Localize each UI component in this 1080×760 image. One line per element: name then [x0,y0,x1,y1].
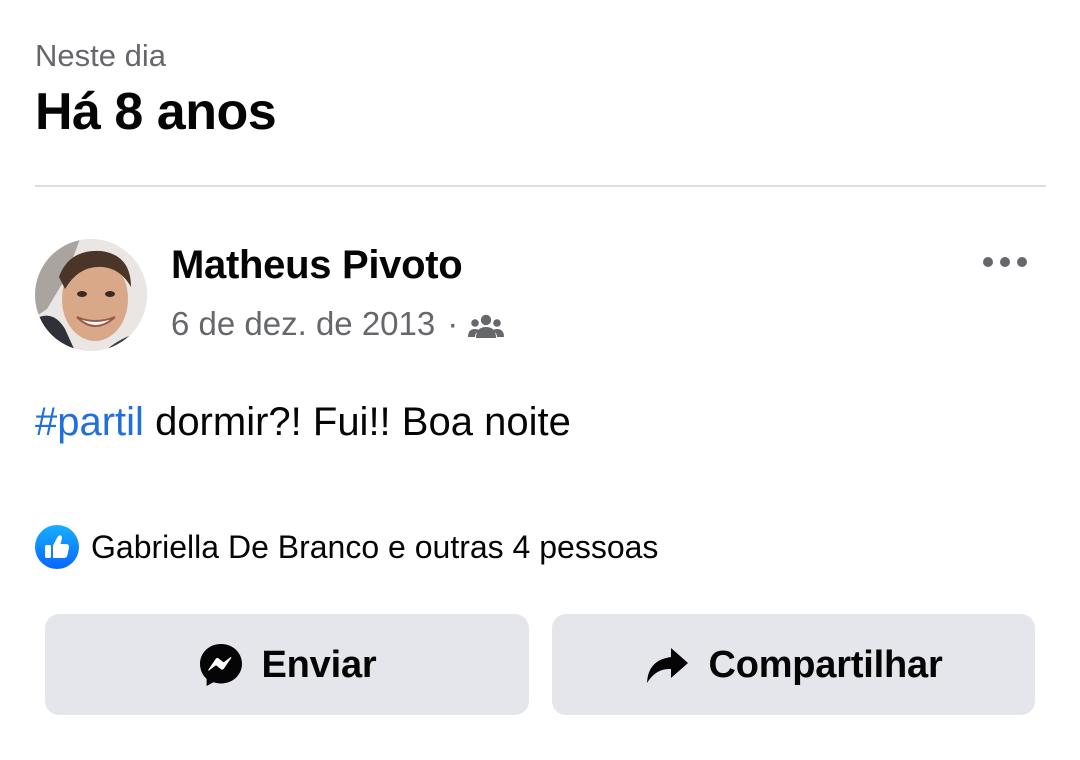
messenger-icon [199,643,242,686]
post-meta: 6 de dez. de 2013 · [171,302,505,346]
share-label: Compartilhar [708,643,943,686]
divider [35,185,1046,187]
share-button[interactable]: Compartilhar [552,614,1035,715]
post-text: #partil dormir?! Fui!! Boa noite [35,395,571,449]
memory-title: Há 8 anos [35,83,277,141]
reactions-summary[interactable]: Gabriella De Branco e outras 4 pessoas [35,525,658,569]
friends-icon[interactable] [468,309,505,339]
author-name[interactable]: Matheus Pivoto [171,240,463,290]
send-button[interactable]: Enviar [45,614,529,715]
post-date[interactable]: 6 de dez. de 2013 [171,302,435,346]
more-options-button[interactable] [975,244,1035,280]
author-avatar[interactable] [35,239,147,351]
send-label: Enviar [261,643,377,686]
hashtag-link[interactable]: #partil [35,400,144,444]
post-body: dormir?! Fui!! Boa noite [143,400,571,444]
more-options-icon [983,257,1027,267]
memory-header: Neste dia Há 8 anos [35,30,277,142]
share-arrow-icon [647,647,689,683]
meta-separator: · [447,305,459,342]
memory-label: Neste dia [35,38,166,73]
reactions-text: Gabriella De Branco e outras 4 pessoas [91,529,659,565]
like-icon [35,525,79,569]
